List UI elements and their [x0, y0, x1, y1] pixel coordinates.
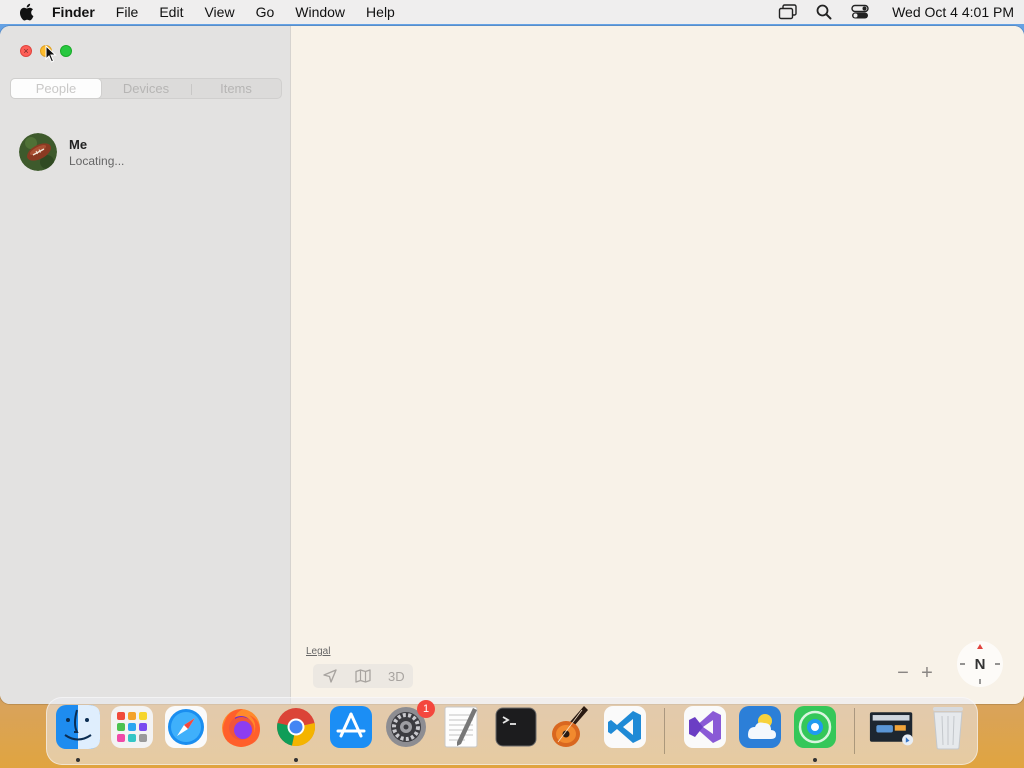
dock-trash[interactable] [925, 704, 971, 750]
running-indicator [76, 758, 80, 762]
dock-findmy[interactable] [792, 704, 838, 750]
current-location-icon[interactable] [318, 666, 342, 686]
menu-app-name[interactable]: Finder [52, 4, 95, 20]
menu-view[interactable]: View [204, 4, 234, 20]
dock-safari[interactable] [163, 704, 209, 750]
dock-finder[interactable] [55, 704, 101, 750]
map-mode-icon[interactable] [351, 666, 375, 686]
view-3d-button[interactable]: 3D [384, 666, 408, 686]
menu-bar: Finder File Edit View Go Window Help Wed… [0, 0, 1024, 24]
dock-downloads-stack[interactable] [869, 704, 915, 750]
weather-icon [739, 706, 781, 748]
menu-clock[interactable]: Wed Oct 4 4:01 PM [892, 4, 1014, 20]
menu-edit[interactable]: Edit [159, 4, 183, 20]
tab-devices[interactable]: Devices [101, 79, 191, 98]
dock-separator [664, 708, 665, 754]
app-store-icon [330, 706, 372, 748]
zoom-out-button[interactable]: − [896, 662, 910, 685]
zoom-controls: − + [896, 662, 934, 685]
person-status: Locating... [69, 153, 125, 168]
menu-go[interactable]: Go [256, 4, 275, 20]
terminal-icon [495, 707, 537, 747]
dock-app-store[interactable] [328, 704, 374, 750]
dock-textedit[interactable] [438, 704, 484, 750]
findmy-window: × People Devices Items Me Locating... Le… [0, 26, 1024, 704]
compass-label: N [974, 655, 986, 673]
mouse-pointer-icon [45, 44, 57, 68]
trash-icon [933, 707, 963, 750]
garageband-icon [552, 706, 588, 747]
dock-chrome[interactable] [273, 704, 319, 750]
dock: 1 [46, 697, 978, 765]
menu-window[interactable]: Window [295, 4, 345, 20]
findmy-icon [794, 706, 836, 748]
tab-items[interactable]: Items [191, 79, 281, 98]
map-view[interactable]: Legal 3D − + N [291, 26, 1024, 704]
sidebar: × People Devices Items Me Locating... [0, 26, 291, 704]
textedit-icon [444, 706, 478, 748]
person-list-item[interactable]: Me Locating... [19, 133, 124, 171]
screen-mirroring-icon[interactable] [778, 4, 798, 20]
vscode-icon [604, 706, 646, 748]
dock-garageband[interactable] [547, 704, 593, 750]
dock-separator [854, 708, 855, 754]
dock-weather[interactable] [737, 704, 783, 750]
dock-launchpad[interactable] [109, 704, 155, 750]
dock-visual-studio[interactable] [682, 704, 728, 750]
running-indicator [294, 758, 298, 762]
zoom-window-button[interactable] [60, 45, 72, 57]
visual-studio-icon [684, 706, 726, 748]
menu-help[interactable]: Help [366, 4, 395, 20]
finder-icon [56, 705, 100, 749]
compass-button[interactable]: N [957, 641, 1003, 687]
apple-menu-icon[interactable] [18, 3, 34, 21]
spotlight-search-icon[interactable] [814, 4, 834, 20]
notification-badge: 1 [417, 700, 435, 718]
dock-terminal[interactable] [493, 704, 539, 750]
control-center-icon[interactable] [850, 4, 870, 20]
dock-firefox[interactable] [218, 704, 264, 750]
safari-icon [165, 706, 207, 748]
dock-system-settings[interactable]: 1 [383, 700, 435, 750]
zoom-in-button[interactable]: + [920, 662, 934, 685]
launchpad-icon [111, 706, 153, 748]
tab-people[interactable]: People [11, 79, 101, 98]
map-controls: 3D [313, 664, 413, 688]
legal-link[interactable]: Legal [306, 646, 330, 657]
running-indicator [813, 758, 817, 762]
menu-file[interactable]: File [116, 4, 139, 20]
downloads-stack-icon [869, 712, 914, 746]
avatar [19, 133, 57, 171]
person-name: Me [69, 136, 88, 152]
firefox-icon [222, 709, 260, 747]
chrome-icon [277, 708, 316, 747]
dock-vscode[interactable] [602, 704, 648, 750]
sidebar-tab-control: People Devices Items [10, 78, 282, 99]
close-window-button[interactable]: × [20, 45, 32, 57]
